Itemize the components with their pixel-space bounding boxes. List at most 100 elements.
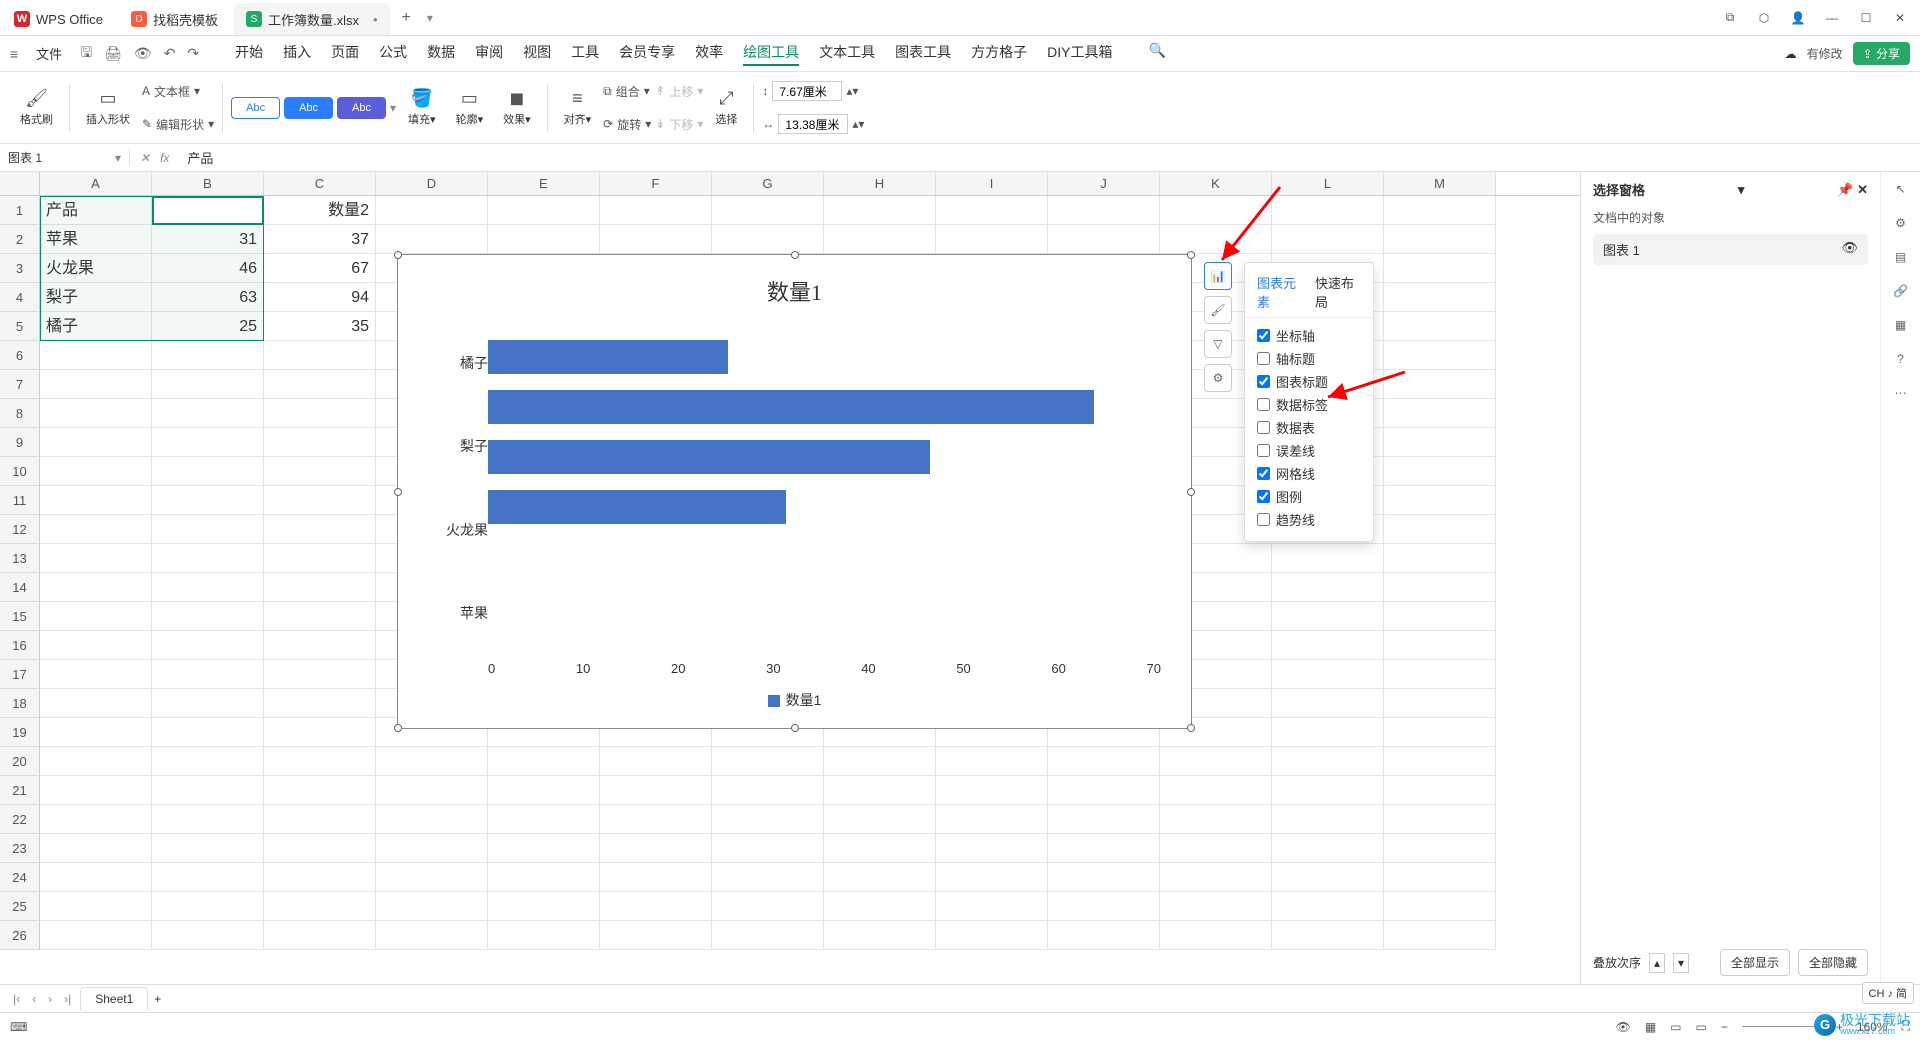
cell[interactable] bbox=[712, 225, 824, 254]
cell[interactable] bbox=[264, 457, 376, 486]
cell[interactable] bbox=[264, 486, 376, 515]
filter-icon[interactable]: ▦ bbox=[1895, 318, 1906, 332]
cell[interactable] bbox=[152, 486, 264, 515]
cell[interactable] bbox=[376, 892, 488, 921]
search-icon[interactable]: 🔍 bbox=[1149, 42, 1166, 66]
cell[interactable] bbox=[936, 225, 1048, 254]
cell[interactable] bbox=[712, 921, 824, 950]
tab-start[interactable]: 开始 bbox=[235, 42, 263, 66]
chart-settings-button[interactable]: ⚙ bbox=[1204, 364, 1232, 392]
row-header[interactable]: 1 bbox=[0, 196, 40, 225]
stepper-icon[interactable]: ▴▾ bbox=[852, 117, 864, 131]
cell[interactable] bbox=[488, 776, 600, 805]
cell[interactable] bbox=[376, 834, 488, 863]
cell[interactable] bbox=[152, 776, 264, 805]
cell[interactable] bbox=[376, 225, 488, 254]
fx-icon[interactable]: fx bbox=[160, 151, 169, 165]
preview-icon[interactable]: 👁 bbox=[134, 45, 152, 62]
cell[interactable] bbox=[936, 892, 1048, 921]
more-icon[interactable]: ⋯ bbox=[1895, 386, 1907, 400]
format-brush-button[interactable]: 🖌格式刷 bbox=[12, 88, 61, 127]
fill-button[interactable]: 🪣填充▾ bbox=[400, 88, 444, 127]
cursor-icon[interactable]: ↖ bbox=[1895, 182, 1905, 196]
cell[interactable] bbox=[152, 747, 264, 776]
cell[interactable] bbox=[488, 225, 600, 254]
chart-element-checkbox[interactable]: 数据标签 bbox=[1257, 393, 1361, 416]
row-header[interactable]: 17 bbox=[0, 660, 40, 689]
row-header[interactable]: 13 bbox=[0, 544, 40, 573]
cell[interactable] bbox=[1384, 602, 1496, 631]
rotate-button[interactable]: ⟳旋转▾ bbox=[603, 110, 651, 139]
chart-element-checkbox[interactable]: 轴标题 bbox=[1257, 347, 1361, 370]
row-header[interactable]: 9 bbox=[0, 428, 40, 457]
cell[interactable]: 数量2 bbox=[264, 196, 376, 225]
cell[interactable] bbox=[488, 921, 600, 950]
cell[interactable]: 94 bbox=[264, 283, 376, 312]
cell[interactable] bbox=[824, 863, 936, 892]
edit-shape-button[interactable]: ✎编辑形状▾ bbox=[142, 110, 214, 139]
cell[interactable] bbox=[264, 892, 376, 921]
chart-element-checkbox[interactable]: 网格线 bbox=[1257, 462, 1361, 485]
page-view-icon[interactable]: ▭ bbox=[1696, 1020, 1707, 1034]
popup-tab-elements[interactable]: 图表元素 bbox=[1257, 273, 1303, 311]
zoom-out-icon[interactable]: − bbox=[1721, 1020, 1728, 1034]
cell[interactable] bbox=[936, 196, 1048, 225]
close-icon[interactable]: ✕ bbox=[1890, 11, 1910, 25]
cell[interactable] bbox=[1384, 631, 1496, 660]
insert-shape-button[interactable]: ▭插入形状 bbox=[78, 88, 138, 127]
cell[interactable] bbox=[264, 428, 376, 457]
cell[interactable]: 46 bbox=[152, 254, 264, 283]
col-header[interactable]: B bbox=[152, 172, 264, 195]
cell[interactable] bbox=[264, 573, 376, 602]
formula-content[interactable]: 产品 bbox=[179, 148, 1920, 167]
row-header[interactable]: 16 bbox=[0, 631, 40, 660]
chart-filter-button[interactable]: ▽ bbox=[1204, 330, 1232, 358]
row-header[interactable]: 24 bbox=[0, 863, 40, 892]
redo-icon[interactable]: ↷ bbox=[187, 45, 199, 62]
cell[interactable] bbox=[1272, 689, 1384, 718]
cell[interactable] bbox=[40, 921, 152, 950]
cell[interactable] bbox=[376, 863, 488, 892]
cell[interactable] bbox=[488, 834, 600, 863]
cell[interactable] bbox=[712, 805, 824, 834]
cell[interactable] bbox=[1384, 689, 1496, 718]
row-header[interactable]: 10 bbox=[0, 457, 40, 486]
tab-view[interactable]: 视图 bbox=[523, 42, 551, 66]
cell[interactable] bbox=[936, 776, 1048, 805]
cell[interactable] bbox=[1048, 776, 1160, 805]
tab-text-tools[interactable]: 文本工具 bbox=[819, 42, 875, 66]
cell[interactable] bbox=[40, 486, 152, 515]
cell[interactable] bbox=[40, 834, 152, 863]
cell[interactable] bbox=[1384, 312, 1496, 341]
cell[interactable] bbox=[1384, 283, 1496, 312]
cell[interactable]: 67 bbox=[264, 254, 376, 283]
cell[interactable] bbox=[40, 544, 152, 573]
status-icon[interactable]: ⌨ bbox=[10, 1020, 27, 1034]
cell[interactable] bbox=[376, 747, 488, 776]
print-icon[interactable]: 🖨 bbox=[104, 45, 122, 62]
cell[interactable] bbox=[936, 834, 1048, 863]
cell[interactable]: 25 bbox=[152, 312, 264, 341]
col-header[interactable]: H bbox=[824, 172, 936, 195]
ime-badge[interactable]: CH ♪ 简 bbox=[1862, 982, 1915, 1004]
undo-icon[interactable]: ↶ bbox=[164, 45, 176, 62]
cell[interactable] bbox=[1384, 399, 1496, 428]
tab-formula[interactable]: 公式 bbox=[379, 42, 407, 66]
cell[interactable] bbox=[264, 805, 376, 834]
row-header[interactable]: 19 bbox=[0, 718, 40, 747]
col-header[interactable]: I bbox=[936, 172, 1048, 195]
cell[interactable]: 梨子 bbox=[40, 283, 152, 312]
tab-draw-tools[interactable]: 绘图工具 bbox=[743, 42, 799, 66]
cell[interactable] bbox=[40, 573, 152, 602]
cell[interactable]: 数量1 bbox=[152, 196, 264, 225]
cell[interactable] bbox=[40, 747, 152, 776]
cell[interactable] bbox=[1384, 921, 1496, 950]
cell[interactable] bbox=[1384, 515, 1496, 544]
col-header[interactable]: C bbox=[264, 172, 376, 195]
chart-bar[interactable] bbox=[488, 440, 930, 474]
cell[interactable] bbox=[40, 428, 152, 457]
next-sheet-icon[interactable]: › bbox=[45, 992, 55, 1006]
cell[interactable] bbox=[152, 892, 264, 921]
cell[interactable] bbox=[40, 689, 152, 718]
row-header[interactable]: 3 bbox=[0, 254, 40, 283]
